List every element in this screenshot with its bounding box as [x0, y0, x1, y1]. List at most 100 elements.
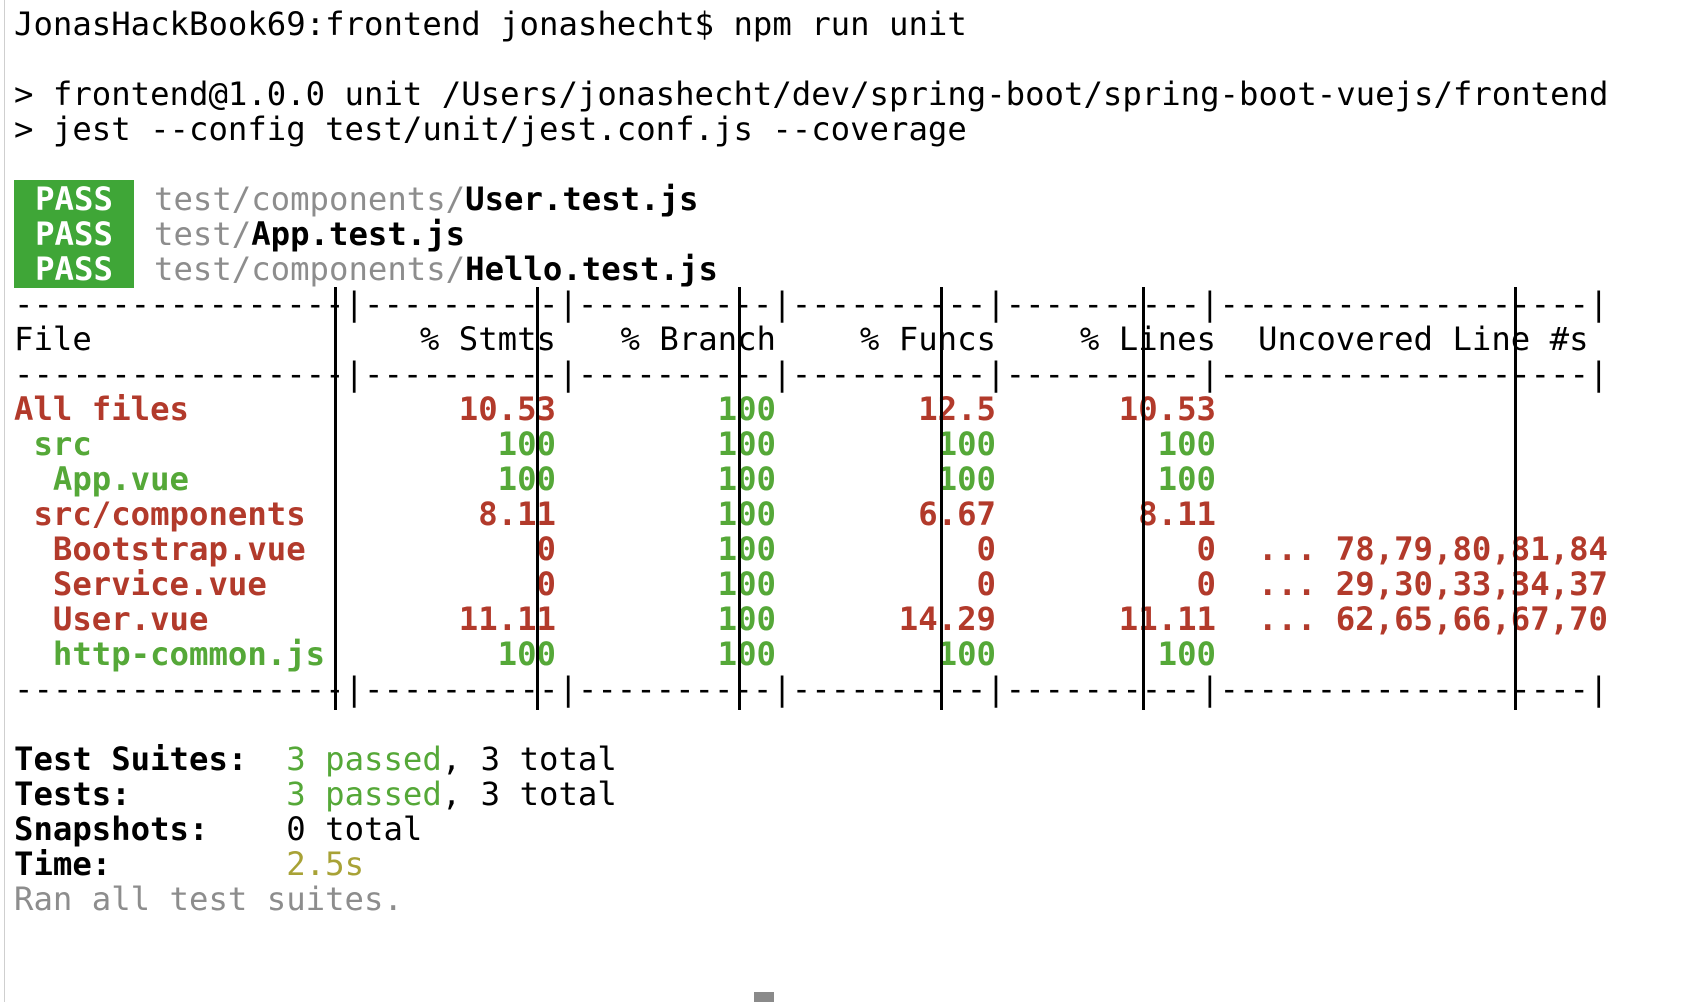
- coverage-funcs-cell: 100: [937, 635, 996, 673]
- table-column-separator: [1142, 322, 1145, 360]
- table-column-separator: [1142, 532, 1145, 570]
- table-column-separator: [738, 532, 741, 570]
- coverage-uncovered-cell: ... 78,79,80,81,84: [1258, 530, 1608, 568]
- terminal-window[interactable]: JonasHackBook69:frontend jonashecht$ npm…: [0, 0, 1704, 1002]
- table-column-separator: [536, 567, 539, 605]
- test-file: App.test.js: [251, 215, 466, 253]
- table-column-separator: [738, 427, 741, 465]
- table-border-top: -----------------|----------|----------|…: [14, 285, 1609, 323]
- coverage-funcs-cell: 12.5: [918, 390, 996, 428]
- coverage-uncovered-cell: [1258, 635, 1638, 673]
- coverage-funcs-cell: 100: [937, 425, 996, 463]
- table-column-separator: [738, 567, 741, 605]
- coverage-lines-cell: 8.11: [1138, 495, 1216, 533]
- test-result-line: test/components/Hello.test.js: [154, 250, 718, 288]
- table-column-separator: [940, 462, 943, 500]
- table-column-separator: [334, 427, 337, 465]
- test-result-line: test/App.test.js: [154, 215, 465, 253]
- table-column-separator: [1142, 672, 1145, 710]
- table-column-separator: [334, 672, 337, 710]
- table-column-separator: [536, 602, 539, 640]
- coverage-stmts-cell: 11.11: [458, 600, 556, 638]
- coverage-lines-cell: 11.11: [1118, 600, 1216, 638]
- table-column-separator: [334, 392, 337, 430]
- summary-snapshots: Snapshots: 0 total: [14, 810, 422, 848]
- test-result-line: test/components/User.test.js: [154, 180, 698, 218]
- header-branch: % Branch: [620, 320, 776, 358]
- table-column-separator: [334, 322, 337, 360]
- coverage-stmts-cell: 8.11: [478, 495, 556, 533]
- coverage-uncovered-cell: ... 62,65,66,67,70: [1258, 600, 1608, 638]
- table-column-separator: [940, 672, 943, 710]
- coverage-funcs-cell: 100: [937, 460, 996, 498]
- table-column-separator: [1514, 532, 1517, 570]
- table-column-separator: [940, 602, 943, 640]
- coverage-uncovered-cell: [1258, 460, 1638, 498]
- table-column-separator: [1514, 427, 1517, 465]
- pass-badge: PASS: [14, 250, 134, 288]
- summary-tests-total: , 3 total: [441, 775, 617, 813]
- table-column-separator: [1142, 287, 1145, 325]
- terminal-cursor: [754, 992, 774, 1002]
- table-column-separator: [940, 392, 943, 430]
- header-lines: % Lines: [1079, 320, 1216, 358]
- table-column-separator: [536, 532, 539, 570]
- table-column-separator: [1142, 427, 1145, 465]
- coverage-stmts-cell: 100: [497, 460, 556, 498]
- summary-time: Time: 2.5s: [14, 845, 364, 883]
- summary-suites-label: Test Suites:: [14, 740, 248, 778]
- coverage-uncovered-cell: [1258, 495, 1638, 533]
- table-column-separator: [940, 287, 943, 325]
- table-column-separator: [940, 322, 943, 360]
- coverage-branch-cell: 100: [717, 390, 776, 428]
- table-column-separator: [334, 462, 337, 500]
- table-column-separator: [334, 532, 337, 570]
- summary-time-value: 2.5s: [286, 845, 365, 883]
- table-column-separator: [1142, 357, 1145, 395]
- table-column-separator: [334, 637, 337, 675]
- table-column-separator: [1514, 462, 1517, 500]
- table-column-separator: [738, 357, 741, 395]
- table-column-separator: [1514, 357, 1517, 395]
- coverage-lines-cell: 100: [1157, 635, 1216, 673]
- table-column-separator: [738, 602, 741, 640]
- coverage-uncovered-cell: [1258, 390, 1638, 428]
- table-column-separator: [1514, 392, 1517, 430]
- coverage-funcs-cell: 14.29: [898, 600, 996, 638]
- table-column-separator: [536, 392, 539, 430]
- table-column-separator: [738, 462, 741, 500]
- coverage-lines-cell: 0: [1196, 530, 1216, 568]
- coverage-funcs-cell: 0: [976, 565, 996, 603]
- summary-snapshots-label: Snapshots:: [14, 810, 209, 848]
- coverage-lines-cell: 100: [1157, 460, 1216, 498]
- test-file: User.test.js: [465, 180, 699, 218]
- table-column-separator: [1514, 567, 1517, 605]
- table-column-separator: [1142, 567, 1145, 605]
- table-border-header: -----------------|----------|----------|…: [14, 355, 1609, 393]
- test-dir: test/: [154, 215, 252, 253]
- table-column-separator: [536, 427, 539, 465]
- coverage-funcs-cell: 6.67: [918, 495, 996, 533]
- test-file: Hello.test.js: [465, 250, 718, 288]
- table-column-separator: [334, 287, 337, 325]
- summary-tests-label: Tests:: [14, 775, 131, 813]
- table-column-separator: [940, 497, 943, 535]
- coverage-stmts-cell: 100: [497, 635, 556, 673]
- table-column-separator: [1514, 287, 1517, 325]
- coverage-funcs-cell: 0: [976, 530, 996, 568]
- coverage-file-cell: User.vue: [14, 600, 209, 638]
- table-column-separator: [1142, 392, 1145, 430]
- summary-suites: Test Suites: 3 passed, 3 total: [14, 740, 617, 778]
- test-dir: test/components/: [154, 180, 466, 218]
- summary-tests: Tests: 3 passed, 3 total: [14, 775, 617, 813]
- summary-snapshots-value: 0 total: [286, 810, 423, 848]
- table-column-separator: [940, 637, 943, 675]
- table-column-separator: [536, 462, 539, 500]
- table-column-separator: [1514, 672, 1517, 710]
- coverage-stmts-cell: 100: [497, 425, 556, 463]
- table-column-separator: [738, 287, 741, 325]
- header-file: File: [14, 320, 92, 358]
- header-uncovered: Uncovered Line #s: [1258, 320, 1589, 358]
- table-column-separator: [1514, 602, 1517, 640]
- test-dir: test/components/: [154, 250, 466, 288]
